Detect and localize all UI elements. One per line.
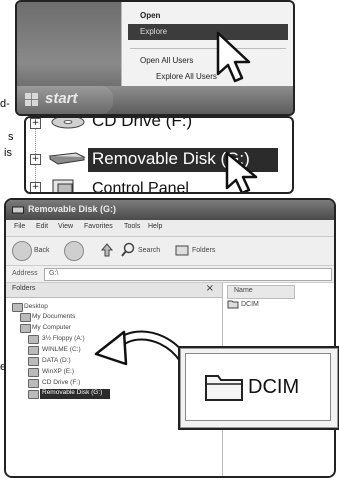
- removable-disk-icon: [28, 390, 39, 399]
- context-menu-panel: Open Explore Open All Users Explore All …: [15, 0, 295, 116]
- tree-label-cd-drive: CD Drive (F:): [92, 116, 193, 130]
- menu-view[interactable]: View: [58, 223, 73, 230]
- window-title: Removable Disk (G:): [28, 204, 117, 214]
- menu-separator: [130, 48, 286, 49]
- tree-item-my-documents[interactable]: My Documents: [32, 313, 75, 320]
- mouse-cursor-icon: [216, 31, 251, 83]
- cd-drive-icon: [51, 118, 85, 129]
- address-bar: Address G:\: [6, 266, 334, 283]
- start-label: start: [45, 90, 78, 107]
- dcim-folder-label[interactable]: DCIM: [248, 376, 299, 399]
- menu-tools[interactable]: Tools: [124, 223, 140, 230]
- drive-icon: [12, 206, 24, 214]
- tree-item-drive-f[interactable]: CD Drive (F:): [42, 379, 80, 386]
- drive-icon: [28, 346, 39, 355]
- back-button-label[interactable]: Back: [34, 247, 50, 254]
- start-button[interactable]: start: [17, 86, 113, 114]
- menu-favorites[interactable]: Favorites: [84, 223, 113, 230]
- tree-item-drive-e[interactable]: WinXP (E:): [42, 368, 74, 375]
- up-folder-icon[interactable]: [100, 242, 114, 258]
- windows-logo-icon: [25, 93, 39, 107]
- tree-row-cd-drive[interactable]: + CD Drive (F:): [26, 116, 292, 134]
- search-button-label[interactable]: Search: [138, 247, 160, 254]
- address-label: Address: [12, 270, 38, 277]
- cd-drive-icon: [28, 379, 39, 388]
- tree-zoom-panel: + CD Drive (F:) + Removable Disk (G:) + …: [24, 116, 294, 194]
- tree-item-drive-d[interactable]: DATA (D:): [42, 357, 71, 364]
- back-arrow-icon[interactable]: [12, 241, 32, 261]
- name-column-header[interactable]: Name: [227, 285, 295, 299]
- menu-bar: File Edit View Favorites Tools Help: [6, 220, 334, 237]
- folder-icon: [20, 313, 31, 322]
- menu-item-explore[interactable]: Explore: [140, 27, 167, 36]
- control-panel-icon: [52, 179, 74, 192]
- expand-toggle[interactable]: +: [30, 182, 41, 192]
- folders-icon[interactable]: [174, 242, 190, 258]
- drive-icon: [28, 368, 39, 377]
- side-text-a: d-: [0, 98, 10, 110]
- desktop-icon: [12, 303, 23, 312]
- toolbar: Back Search Folders: [6, 237, 334, 266]
- folders-button-label[interactable]: Folders: [192, 247, 215, 254]
- menu-item-open[interactable]: Open: [140, 11, 160, 20]
- tree-label-control-panel: Control Panel: [92, 180, 189, 194]
- expand-toggle[interactable]: +: [30, 154, 41, 165]
- menu-item-explore-all-users[interactable]: Explore All Users: [156, 72, 217, 81]
- floppy-icon: [28, 335, 39, 344]
- tree-item-drive-c[interactable]: WINLME (C:): [42, 346, 81, 353]
- tree-item-desktop[interactable]: Desktop: [24, 303, 48, 310]
- side-text-b: s: [8, 131, 14, 143]
- mouse-cursor-icon: [225, 151, 258, 192]
- folders-pane-header: Folders ×: [6, 283, 222, 298]
- title-bar: Removable Disk (G:): [6, 200, 334, 220]
- expand-toggle[interactable]: +: [30, 118, 41, 129]
- computer-icon: [20, 324, 31, 333]
- dcim-callout: DCIM: [178, 346, 339, 430]
- menu-help[interactable]: Help: [148, 223, 162, 230]
- side-text-c: is: [4, 147, 12, 159]
- menu-item-open-all-users[interactable]: Open All Users: [140, 56, 193, 65]
- menu-item-explore-highlight[interactable]: Explore: [128, 24, 288, 40]
- address-value: G:\: [49, 270, 59, 277]
- menu-file[interactable]: File: [14, 223, 25, 230]
- menu-edit[interactable]: Edit: [36, 223, 48, 230]
- close-icon[interactable]: ×: [206, 283, 214, 294]
- removable-disk-icon: [48, 152, 86, 165]
- folder-icon: [205, 375, 243, 401]
- drive-icon: [28, 357, 39, 366]
- address-field[interactable]: G:\: [44, 268, 332, 281]
- tree-item-my-computer[interactable]: My Computer: [32, 324, 71, 331]
- forward-arrow-icon[interactable]: [64, 241, 84, 261]
- folder-icon: [227, 300, 239, 309]
- tree-item-floppy[interactable]: 3½ Floppy (A:): [42, 335, 85, 342]
- folders-header-label: Folders: [12, 285, 36, 292]
- search-icon[interactable]: [120, 242, 136, 258]
- file-item-dcim[interactable]: DCIM: [241, 301, 259, 308]
